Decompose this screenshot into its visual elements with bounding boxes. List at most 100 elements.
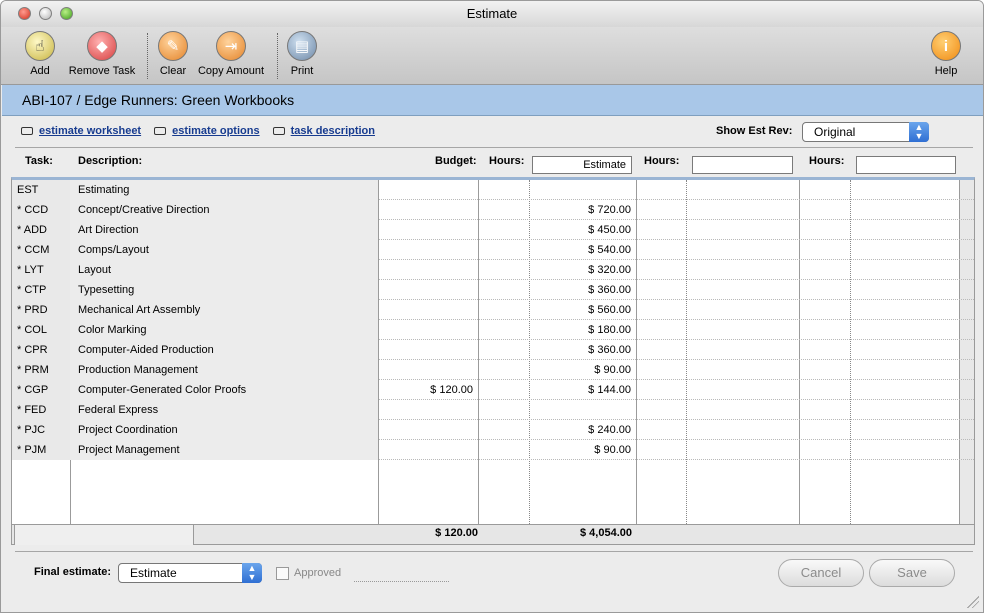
print-icon: ▤: [287, 31, 317, 61]
estimate-cell: $ 144.00: [588, 384, 631, 396]
help-label: Help: [934, 65, 958, 77]
estimate-cell: $ 560.00: [588, 304, 631, 316]
task-code: * CPR: [12, 340, 70, 360]
column-2-field[interactable]: [692, 156, 793, 174]
estimate-cell: $ 90.00: [594, 444, 631, 456]
budget-column-header: Budget:: [435, 155, 477, 167]
task-description: Federal Express: [70, 400, 378, 420]
budget-cell: $ 120.00: [430, 384, 473, 396]
print-button[interactable]: ▤ Print: [287, 31, 317, 77]
clear-label: Clear: [159, 65, 187, 77]
estimate-cell: [530, 180, 636, 200]
budget-cell: [379, 200, 478, 220]
divider: [15, 147, 973, 148]
copy-amount-button[interactable]: ⇥ Copy Amount: [194, 31, 268, 77]
budget-cell: [379, 300, 478, 320]
copy-arrow-icon: ⇥: [216, 31, 246, 61]
table-row[interactable]: * CPR Computer-Aided Production $ 360.00: [12, 340, 974, 360]
approved-checkbox[interactable]: [276, 567, 289, 580]
broom-icon: ✎: [158, 31, 188, 61]
table-row[interactable]: * PRM Production Management $ 90.00: [12, 360, 974, 380]
hours-column-header-3: Hours:: [809, 155, 845, 167]
estimate-cell: $ 180.00: [588, 324, 631, 336]
approved-label: Approved: [294, 567, 342, 579]
table-row[interactable]: * CGP Computer-Generated Color Proofs $ 12…: [12, 380, 974, 400]
estimate-cell: [530, 400, 636, 420]
task-description-link[interactable]: task description: [291, 125, 375, 137]
resize-grip-icon[interactable]: [967, 596, 979, 608]
show-est-rev-label: Show Est Rev:: [716, 125, 793, 137]
budget-cell: [379, 180, 478, 200]
save-button[interactable]: Save: [869, 559, 955, 587]
task-code: * CCD: [12, 200, 70, 220]
job-title: ABI-107 / Edge Runners: Green Workbooks: [22, 92, 295, 108]
column-3-field[interactable]: [856, 156, 956, 174]
task-code: * ADD: [12, 220, 70, 240]
clear-button[interactable]: ✎ Clear: [158, 31, 188, 77]
help-button[interactable]: i Help: [931, 31, 961, 77]
totals-bar: $ 120.00 $ 4,054.00: [11, 524, 975, 545]
close-window-button[interactable]: [18, 7, 31, 20]
table-row[interactable]: * FED Federal Express: [12, 400, 974, 420]
cancel-button[interactable]: Cancel: [778, 559, 864, 587]
final-estimate-select[interactable]: Estimate ▲ ▼: [118, 563, 262, 583]
add-button[interactable]: ☝ Add: [25, 31, 55, 77]
final-estimate-value: Estimate: [130, 566, 177, 580]
task-code: * FED: [12, 400, 70, 420]
totals-caption-cell: [14, 525, 194, 545]
task-description: Mechanical Art Assembly: [70, 300, 378, 320]
task-description: Computer-Aided Production: [70, 340, 378, 360]
final-estimate-label: Final estimate:: [34, 566, 112, 578]
estimate-cell: $ 720.00: [588, 204, 631, 216]
table-row[interactable]: * PRD Mechanical Art Assembly $ 560.00: [12, 300, 974, 320]
table-row[interactable]: * LYT Layout $ 320.00: [12, 260, 974, 280]
select-arrows-icon: ▲ ▼: [909, 122, 929, 142]
estimate-revision-value: Original: [814, 125, 856, 139]
estimate-worksheet-link[interactable]: estimate worksheet: [39, 125, 141, 137]
task-description: Computer-Generated Color Proofs: [70, 380, 378, 400]
budget-total: $ 120.00: [435, 527, 478, 539]
task-code: * PJC: [12, 420, 70, 440]
divider: [15, 551, 973, 552]
estimate-cell: $ 320.00: [588, 264, 631, 276]
estimate-grid: EST Estimating * CCD Concept/Creative Direc…: [11, 177, 975, 524]
estimate-options-link[interactable]: estimate options: [172, 125, 259, 137]
table-row[interactable]: * CTP Typesetting $ 360.00: [12, 280, 974, 300]
budget-cell: [379, 400, 478, 420]
task-code: * CCM: [12, 240, 70, 260]
table-row[interactable]: * PJC Project Coordination $ 240.00: [12, 420, 974, 440]
remove-task-button[interactable]: ◆ Remove Task: [66, 31, 138, 77]
table-row[interactable]: * CCM Comps/Layout $ 540.00: [12, 240, 974, 260]
folder-icon: [154, 127, 167, 135]
budget-cell: [379, 360, 478, 380]
table-row[interactable]: * ADD Art Direction $ 450.00: [12, 220, 974, 240]
estimate-column-field[interactable]: Estimate: [532, 156, 632, 174]
budget-cell: [379, 240, 478, 260]
minimize-window-button[interactable]: [39, 7, 52, 20]
table-row[interactable]: * PJM Project Management $ 90.00: [12, 440, 974, 460]
task-description: Project Management: [70, 440, 378, 460]
estimate-total: $ 4,054.00: [580, 527, 632, 539]
copy-amount-label: Copy Amount: [197, 65, 265, 77]
task-column-header: Task:: [25, 155, 53, 167]
task-description: Project Coordination: [70, 420, 378, 440]
table-row[interactable]: * COL Color Marking $ 180.00: [12, 320, 974, 340]
view-links: estimate worksheet estimate options task…: [21, 125, 385, 137]
budget-cell: [379, 260, 478, 280]
window-title: Estimate: [466, 6, 518, 21]
print-label: Print: [290, 65, 314, 77]
budget-cell: [379, 420, 478, 440]
estimate-cell: $ 450.00: [588, 224, 631, 236]
estimate-revision-select[interactable]: Original ▲ ▼: [802, 122, 929, 142]
table-row[interactable]: EST Estimating: [12, 180, 974, 200]
budget-cell: [379, 440, 478, 460]
task-description: Comps/Layout: [70, 240, 378, 260]
zoom-window-button[interactable]: [60, 7, 73, 20]
task-code: * CTP: [12, 280, 70, 300]
table-row[interactable]: * CCD Concept/Creative Direction $ 720.00: [12, 200, 974, 220]
budget-cell: [379, 280, 478, 300]
info-icon: i: [931, 31, 961, 61]
budget-cell: [379, 340, 478, 360]
budget-cell: [379, 320, 478, 340]
title-bar: Estimate: [1, 1, 983, 27]
